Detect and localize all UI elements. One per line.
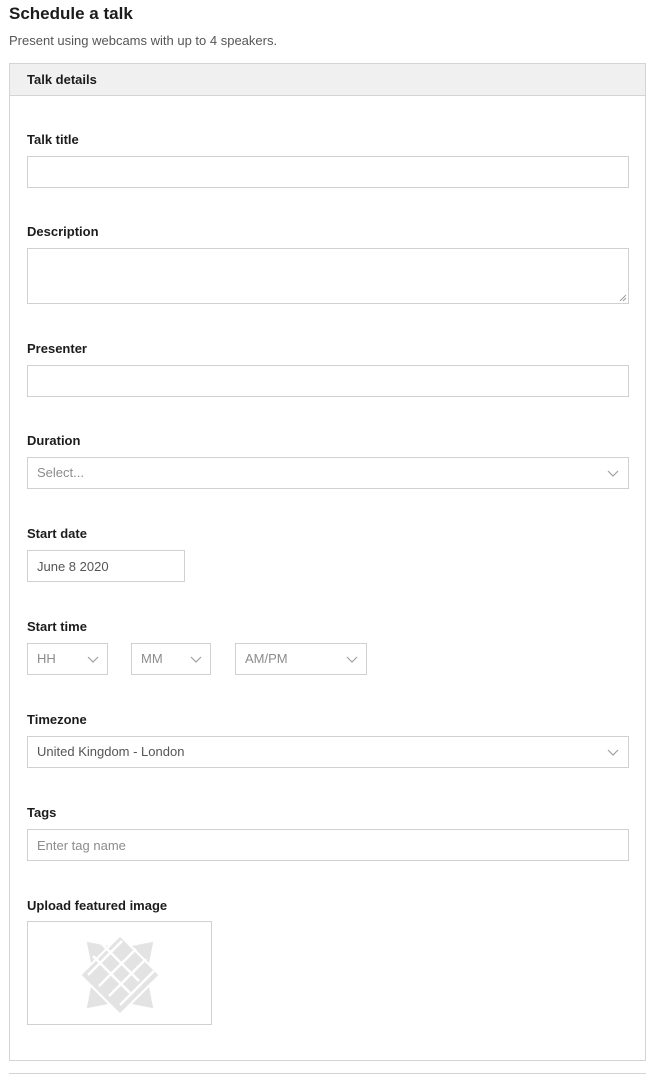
divider xyxy=(9,1073,646,1074)
tags-label: Tags xyxy=(27,805,57,820)
duration-select-value: Select... xyxy=(37,465,84,480)
presenter-label: Presenter xyxy=(27,341,87,356)
chevron-down-icon xyxy=(87,656,99,663)
chevron-down-icon xyxy=(607,470,619,477)
description-label: Description xyxy=(27,224,99,239)
talk-title-label: Talk title xyxy=(27,132,79,147)
page-subtitle: Present using webcams with up to 4 speak… xyxy=(9,33,278,48)
ampm-select[interactable]: AM/PM xyxy=(235,643,367,675)
tags-input[interactable] xyxy=(27,829,629,861)
hour-select-value: HH xyxy=(37,651,56,666)
timezone-select[interactable]: United Kingdom - London xyxy=(27,736,629,768)
duration-label: Duration xyxy=(27,433,81,448)
page-title: Schedule a talk xyxy=(9,4,133,23)
description-textarea[interactable] xyxy=(27,248,629,304)
timezone-label: Timezone xyxy=(27,712,87,727)
start-date-input[interactable] xyxy=(27,550,185,582)
description-wrapper xyxy=(27,248,629,304)
resize-grip-icon[interactable] xyxy=(619,294,627,302)
chevron-down-icon xyxy=(607,749,619,756)
talk-details-panel: Talk details Talk title Description Pres… xyxy=(9,63,646,1061)
start-time-label: Start time xyxy=(27,619,87,634)
talk-title-input[interactable] xyxy=(27,156,629,188)
duration-select[interactable]: Select... xyxy=(27,457,629,489)
hour-select[interactable]: HH xyxy=(27,643,108,675)
chevron-down-icon xyxy=(346,656,358,663)
timezone-select-value: United Kingdom - London xyxy=(37,744,185,759)
minute-select[interactable]: MM xyxy=(131,643,211,675)
start-date-label: Start date xyxy=(27,526,87,541)
presenter-input[interactable] xyxy=(27,365,629,397)
featured-image-label: Upload featured image xyxy=(27,898,168,913)
panel-header: Talk details xyxy=(10,64,645,96)
minute-select-value: MM xyxy=(141,651,163,666)
featured-image-upload[interactable] xyxy=(27,921,212,1025)
ampm-select-value: AM/PM xyxy=(245,651,288,666)
chevron-down-icon xyxy=(190,656,202,663)
image-placeholder-icon xyxy=(81,936,159,1014)
